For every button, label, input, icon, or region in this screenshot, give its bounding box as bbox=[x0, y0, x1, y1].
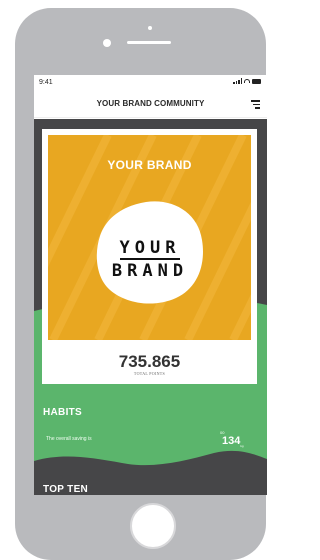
status-bar: 9:41 bbox=[34, 75, 267, 91]
signal-icon bbox=[233, 78, 242, 84]
brand-logo: YOUR BRAND bbox=[105, 239, 195, 280]
habits-value: 134kg bbox=[222, 435, 244, 448]
battery-icon bbox=[252, 78, 261, 84]
habits-value-number: 134 bbox=[222, 435, 241, 447]
brand-logo-line2: BRAND bbox=[111, 261, 189, 281]
app-screen: 9:41 YOUR BRAND COMMUNITY YOUR BRAND YOU… bbox=[34, 75, 267, 495]
wifi-icon bbox=[244, 79, 250, 83]
habits-heading: HABITS bbox=[43, 407, 83, 418]
habits-value-unit: kg bbox=[240, 444, 244, 449]
home-button[interactable] bbox=[130, 503, 176, 549]
nav-bar: YOUR BRAND COMMUNITY bbox=[34, 91, 267, 118]
sensor-dot bbox=[148, 26, 152, 30]
brand-logo-line1: YOUR bbox=[119, 238, 181, 260]
brand-title: YOUR BRAND bbox=[107, 158, 192, 172]
brand-banner: YOUR BRAND YOUR BRAND bbox=[48, 135, 251, 340]
earpiece-speaker bbox=[127, 41, 171, 44]
status-icons bbox=[233, 78, 261, 84]
total-points-label: TOTAL POINTS bbox=[133, 371, 166, 376]
brand-card[interactable]: YOUR BRAND YOUR BRAND 735.865 TOTAL POIN… bbox=[42, 129, 257, 384]
total-points-value: 735.865 bbox=[118, 352, 181, 371]
top-ten-heading: TOP TEN bbox=[43, 484, 89, 495]
main-content: YOUR BRAND YOUR BRAND 735.865 TOTAL POIN… bbox=[34, 119, 267, 495]
front-camera bbox=[103, 39, 111, 47]
status-time: 9:41 bbox=[39, 79, 53, 86]
habits-description: The overall saving is bbox=[46, 436, 92, 442]
menu-icon[interactable] bbox=[249, 100, 260, 109]
page-title: YOUR BRAND COMMUNITY bbox=[96, 99, 205, 108]
